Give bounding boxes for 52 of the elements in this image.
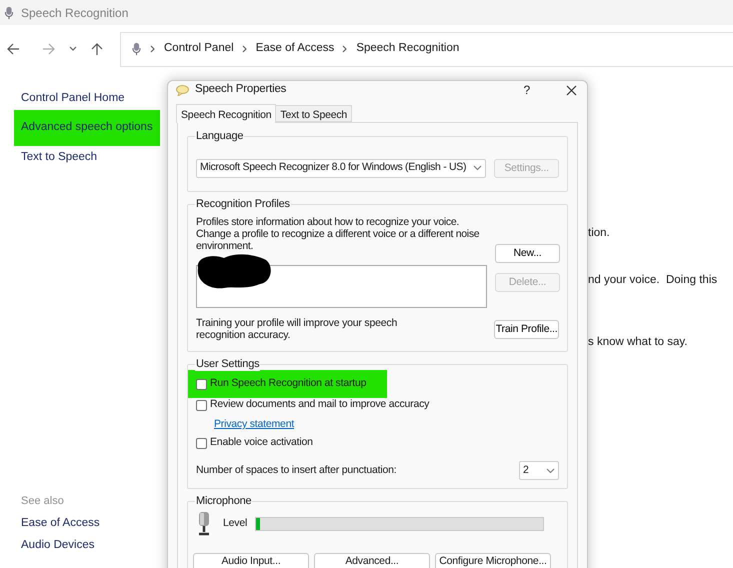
- microphone-icon: [197, 511, 211, 537]
- level-label: Level: [223, 516, 248, 532]
- description-text: s know what to say.: [588, 334, 688, 350]
- breadcrumb-item[interactable]: Speech Recognition: [356, 40, 460, 58]
- tab[interactable]: Text to Speech: [276, 105, 352, 122]
- chevron-down-icon: [473, 165, 482, 171]
- chevron-right-icon: [342, 45, 348, 53]
- address-bar[interactable]: Control Panel Ease of Access Speech Recognition: [120, 32, 733, 66]
- sidebar-link[interactable]: Control Panel Home: [14, 88, 132, 110]
- dialog-button[interactable]: Configure Microphone...: [435, 553, 551, 568]
- description-text: nd your voice. Doing this: [588, 273, 718, 288]
- back-icon[interactable]: [6, 42, 20, 56]
- see-also-heading: See also: [21, 494, 65, 509]
- chevron-right-icon: [150, 45, 156, 53]
- speech-bubble-icon: [176, 84, 189, 96]
- spaces-label: Number of spaces to insert after punctuation:: [196, 462, 397, 478]
- spaces-dropdown[interactable]: 2: [519, 461, 559, 480]
- group-heading: Microphone: [195, 494, 252, 508]
- checkbox[interactable]: [196, 378, 207, 390]
- checkbox-label: Review documents and mail to improve accuracy: [210, 397, 430, 412]
- description-text: tion.: [588, 226, 611, 241]
- dialog-button[interactable]: Train Profile...: [494, 320, 559, 338]
- microphone-icon: [131, 42, 142, 56]
- dialog-title: Speech Properties: [195, 82, 288, 98]
- help-button[interactable]: ?: [524, 81, 530, 99]
- group-heading: User Settings: [195, 357, 260, 371]
- sidebar-link[interactable]: Advanced speech options: [14, 110, 160, 146]
- microphone-icon: [3, 6, 15, 20]
- see-also-link[interactable]: Audio Devices: [21, 536, 167, 554]
- see-also-link[interactable]: Ease of Access: [21, 514, 167, 532]
- group-heading: Recognition Profiles: [195, 197, 291, 211]
- tab[interactable]: Speech Recognition: [176, 104, 276, 123]
- checkbox-label: Enable voice activation: [210, 435, 313, 450]
- window-title: Speech Recognition: [21, 4, 128, 22]
- up-icon[interactable]: [90, 42, 104, 56]
- dialog-button[interactable]: Advanced...: [314, 553, 430, 568]
- chevron-right-icon: [242, 45, 248, 53]
- breadcrumb-item[interactable]: Control Panel: [164, 40, 234, 58]
- training-text: Training your profile will improve your speech recognition accuracy.: [196, 317, 398, 341]
- close-icon[interactable]: [566, 84, 577, 96]
- group-heading: Language: [195, 129, 244, 143]
- privacy-link[interactable]: Privacy statement: [214, 415, 294, 433]
- dialog-button[interactable]: Audio Input...: [193, 553, 309, 568]
- sidebar-link[interactable]: Text to Speech: [14, 146, 104, 168]
- language-dropdown[interactable]: Microsoft Speech Recognizer 8.0 for Windows (English - US): [196, 158, 486, 178]
- checkbox[interactable]: [196, 438, 207, 448]
- checkbox-label: Run Speech Recognition at startup: [210, 376, 366, 392]
- chevron-down-icon: [546, 468, 555, 474]
- profiles-description: Profiles store information about how to recognize your voice. Change a profile to recognize a different voice or a different noise environment.: [196, 216, 480, 252]
- breadcrumb-item[interactable]: Ease of Access: [256, 40, 334, 58]
- dialog-button[interactable]: New...: [495, 244, 560, 263]
- checkbox[interactable]: [196, 400, 207, 410]
